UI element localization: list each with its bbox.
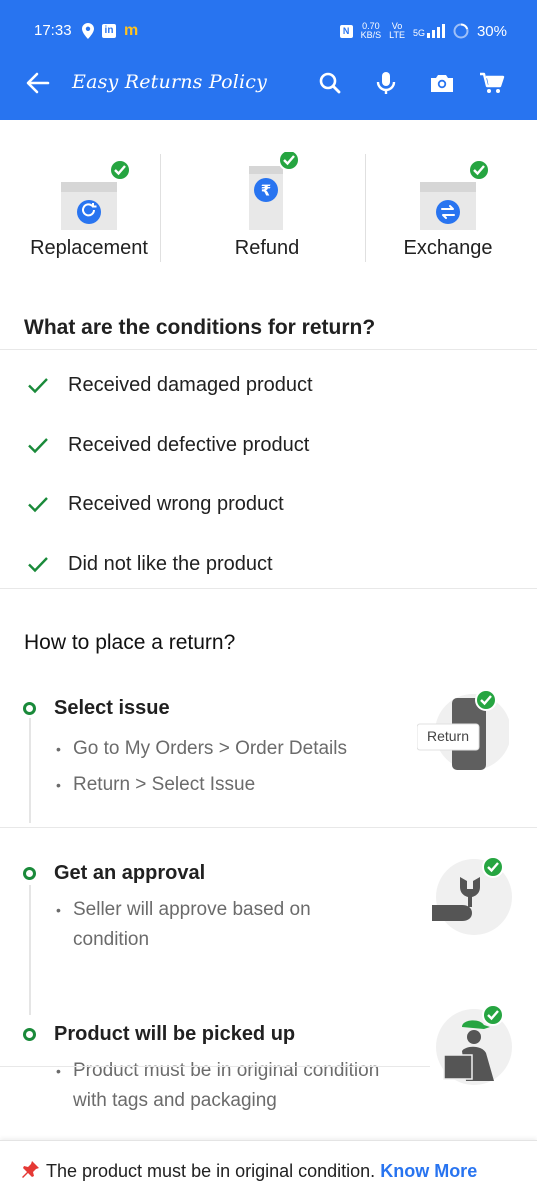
check-icon — [28, 438, 48, 454]
network-type: 5G — [412, 28, 425, 38]
divider — [0, 827, 537, 828]
bullet-dot: • — [56, 1063, 61, 1079]
bullet-dot: • — [56, 902, 61, 918]
back-arrow-icon[interactable] — [24, 69, 52, 97]
network-speed-unit: KB/S — [360, 30, 382, 40]
divider — [160, 154, 161, 262]
signal-indicator: 5G — [413, 24, 445, 38]
step-title: Product will be picked up — [54, 1023, 296, 1045]
step-bullet: • Go to My Orders > Order Details — [56, 734, 347, 764]
condition-text: Did not like the product — [68, 553, 273, 575]
network-speed: 0.70 KB/S — [361, 22, 382, 40]
return-type-exchange: Exchange — [359, 140, 537, 270]
step-bullet: • Seller will approve based on condition — [56, 895, 386, 955]
condition-text: Received wrong product — [68, 493, 284, 515]
return-type-replacement: Replacement — [0, 140, 178, 270]
camera-icon[interactable] — [428, 69, 456, 97]
check-icon — [28, 557, 48, 573]
exchange-icon — [420, 159, 488, 230]
step-bullet: • Product must be in original condition w… — [56, 1056, 416, 1116]
return-type-label: Replacement — [30, 237, 148, 259]
app-bar: Easy Returns Policy — [0, 47, 537, 120]
step-title: Select issue — [54, 697, 170, 719]
volte-lte: LTE — [389, 30, 405, 40]
microphone-icon[interactable] — [372, 69, 400, 97]
divider — [0, 1066, 430, 1067]
step-dot — [23, 702, 36, 715]
timeline-line — [29, 885, 31, 1015]
select-issue-illustration: Return — [417, 690, 516, 776]
svg-text:₹: ₹ — [261, 182, 271, 200]
check-icon — [28, 378, 48, 394]
step-title: Get an approval — [54, 862, 206, 884]
linkedin-icon: in — [102, 24, 116, 38]
signal-icon — [426, 24, 445, 38]
step-bullet-text: Product must be in original condition wi… — [73, 1060, 380, 1111]
battery-ring-icon — [453, 23, 469, 39]
return-type-refund: ₹ Refund — [178, 140, 356, 270]
condition-item: Received defective product — [0, 425, 537, 465]
cart-icon[interactable] — [478, 69, 506, 97]
nfc-icon: N — [339, 24, 353, 38]
how-to-title: How to place a return? — [24, 631, 236, 654]
condition-item: Did not like the product — [0, 544, 537, 584]
condition-item: Received damaged product — [0, 365, 537, 405]
status-bar: 17:33 in m N 0.70 KB/S Vo LTE 5G 30% — [0, 0, 537, 47]
condition-text: Received defective product — [68, 434, 310, 456]
rupee-icon: ₹ — [249, 152, 300, 230]
status-system-icons: N 0.70 KB/S Vo LTE 5G 30% — [339, 22, 507, 40]
search-icon[interactable] — [316, 69, 344, 97]
replace-icon — [61, 159, 129, 230]
timeline-line — [29, 718, 31, 823]
step-bullet-text: Go to My Orders > Order Details — [73, 738, 347, 759]
know-more-link[interactable]: Know More — [380, 1161, 477, 1181]
condition-item: Received wrong product — [0, 484, 537, 524]
return-chip-label: Return — [426, 728, 470, 744]
divider — [0, 349, 537, 350]
step-bullet-text: Return > Select Issue — [73, 774, 256, 795]
footer-banner: The product must be in original conditio… — [0, 1140, 537, 1200]
delivery-person-icon — [436, 1005, 512, 1085]
page-title: Easy Returns Policy — [72, 71, 268, 93]
volte-indicator: Vo LTE — [389, 22, 405, 40]
bullet-dot: • — [56, 741, 61, 757]
battery-percent: 30% — [476, 22, 507, 40]
approval-illustration — [430, 855, 516, 941]
bullet-dot: • — [56, 777, 61, 793]
footer-message-text: The product must be in original conditio… — [46, 1161, 376, 1181]
check-icon — [28, 497, 48, 513]
return-type-label: Refund — [234, 237, 300, 259]
step-dot — [23, 1028, 36, 1041]
return-types: Replacement ₹ Refund Exchange — [0, 140, 537, 270]
location-icon — [82, 23, 94, 39]
pickup-illustration — [430, 1005, 516, 1091]
step-bullet-text: Seller will approve based on condition — [73, 899, 311, 950]
wrench-hand-icon — [432, 856, 512, 935]
return-type-label: Exchange — [403, 237, 493, 259]
pushpin-icon — [22, 1161, 39, 1178]
mcdonalds-icon: m — [124, 22, 139, 39]
status-notification-icons: in m — [82, 22, 138, 40]
step-dot — [23, 867, 36, 880]
condition-text: Received damaged product — [68, 374, 313, 396]
step-bullet: • Return > Select Issue — [56, 770, 255, 800]
status-time: 17:33 — [34, 22, 72, 39]
conditions-title: What are the conditions for return? — [24, 316, 376, 339]
divider — [0, 588, 537, 589]
footer-message: The product must be in original conditio… — [46, 1161, 477, 1182]
